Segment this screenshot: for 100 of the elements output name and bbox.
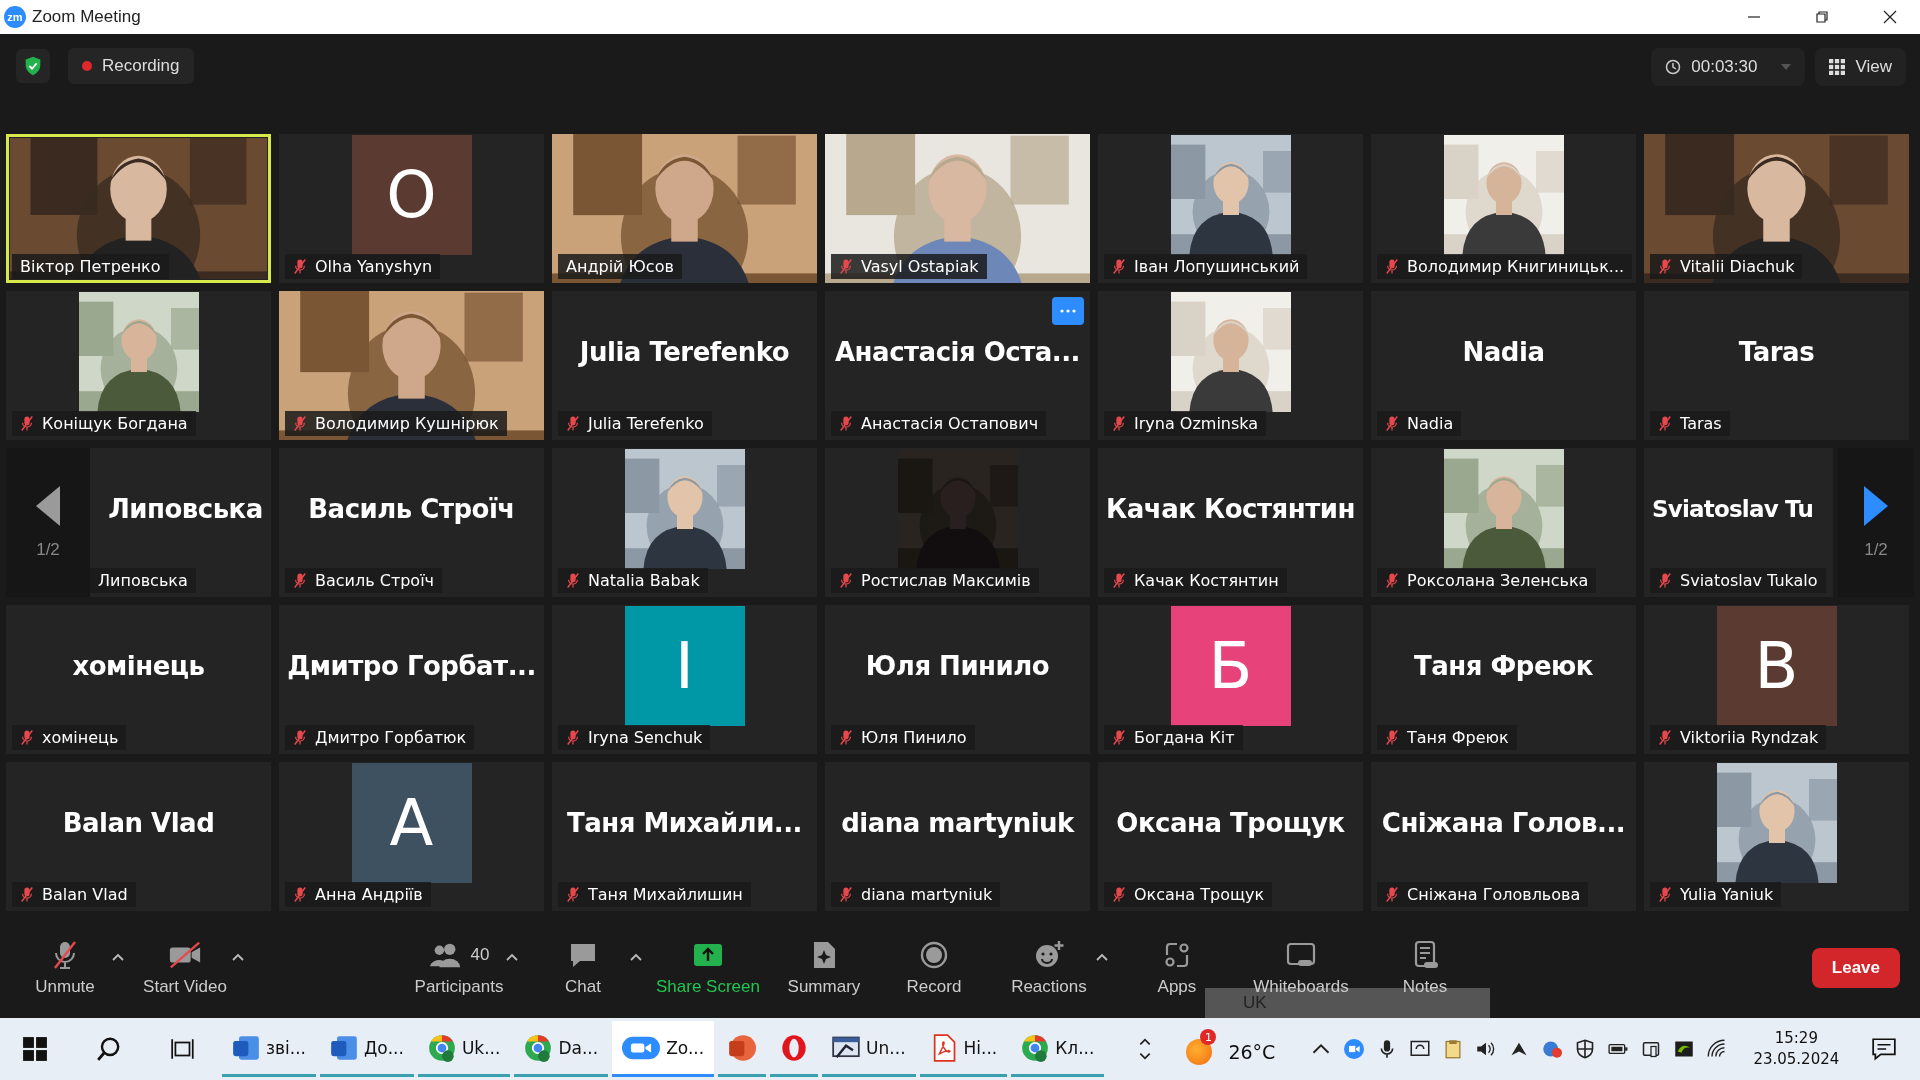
reactions-button[interactable]: Reactions	[993, 933, 1104, 1003]
participant-tile[interactable]: Таня Михайли... Таня Михайлишин	[552, 762, 817, 911]
video-app-tray-icon[interactable]	[1344, 1039, 1365, 1059]
participant-tile[interactable]: Липовська Липовська	[90, 448, 271, 597]
participant-tile[interactable]: Таня Фреюк Таня Фреюк	[1371, 605, 1636, 754]
participant-tile[interactable]: Taras Taras	[1644, 291, 1909, 440]
close-icon[interactable]	[1882, 9, 1898, 25]
system-clock[interactable]: 15:29 23.05.2024	[1753, 1028, 1840, 1070]
participant-tile[interactable]: Іван Лопушинський	[1098, 134, 1363, 283]
participant-tile[interactable]: O Olha Yanyshyn	[279, 134, 544, 283]
toolbar-label: Participants	[414, 977, 504, 997]
chrome-taskbar-button[interactable]: Кл...	[1011, 1021, 1105, 1077]
participant-tile[interactable]: Дмитро Горбат... Дмитро Горбатюк	[279, 605, 544, 754]
participant-tile[interactable]: Віктор Петренко	[6, 134, 271, 283]
participant-tile[interactable]: diana martyniuk diana martyniuk	[825, 762, 1090, 911]
participant-name: Iryna Senchuk	[588, 728, 703, 747]
toolbar-label: Record	[906, 977, 962, 997]
participant-tile[interactable]: Balan Vlad Balan Vlad	[6, 762, 271, 911]
participant-tile[interactable]: Анастасія Оста... Анастасія Остапович	[825, 291, 1090, 440]
next-page-button[interactable]: 1/2	[1838, 448, 1914, 597]
phone-link-icon[interactable]	[1641, 1039, 1662, 1059]
caret-icon[interactable]	[232, 953, 244, 961]
participant-tile[interactable]: Роксолана Зеленська	[1371, 448, 1636, 597]
participant-tile[interactable]: Володимир Кушнірюк	[279, 291, 544, 440]
previous-page-button[interactable]: 1/2	[6, 448, 90, 597]
summary-button[interactable]: Summary	[773, 933, 874, 1003]
participant-tile[interactable]: Vitalii Diachuk	[1644, 134, 1909, 283]
graphics-app-icon[interactable]	[1674, 1039, 1695, 1059]
participants-button[interactable]: 40 Participants	[404, 933, 514, 1003]
wifi-icon[interactable]	[1707, 1039, 1728, 1059]
caret-icon[interactable]	[506, 953, 518, 961]
left-arrow-icon	[36, 485, 60, 526]
chrome-taskbar-button[interactable]: Uk...	[417, 1021, 511, 1077]
participant-tile[interactable]: Yulia Yaniuk	[1644, 762, 1909, 911]
participant-tile[interactable]: A Анна Андріїв	[279, 762, 544, 911]
record-button[interactable]: Record	[883, 933, 984, 1003]
participant-tile[interactable]: Юля Пинило Юля Пинило	[825, 605, 1090, 754]
participant-tile[interactable]: Vasyl Ostapiak	[825, 134, 1090, 283]
participant-tile[interactable]: Оксана Трощук Оксана Трощук	[1098, 762, 1363, 911]
word-taskbar-button[interactable]: зві...	[222, 1021, 316, 1077]
participant-name: Андрій Юсов	[566, 257, 674, 276]
shield-icon[interactable]	[16, 49, 50, 83]
chrome-taskbar-button[interactable]: Da...	[514, 1021, 609, 1077]
participant-tile[interactable]: хомінець хомінець	[6, 605, 271, 754]
participant-name: Natalia Babak	[588, 571, 700, 590]
participant-tile[interactable]: Julia Terefenko Julia Terefenko	[552, 291, 817, 440]
notes-button[interactable]: Notes	[1369, 933, 1480, 1003]
clipboard-icon[interactable]	[1443, 1039, 1464, 1059]
shield-tray-icon[interactable]	[1575, 1039, 1596, 1059]
participant-tile[interactable]: B Viktoriia Ryndzak	[1644, 605, 1909, 754]
unmute-button[interactable]: Unmute	[10, 933, 120, 1003]
caret-icon[interactable]	[1095, 953, 1108, 961]
participant-name: Юля Пинило	[865, 650, 1050, 681]
participant-name: Taras	[1738, 336, 1815, 367]
video-button[interactable]: Start Video	[130, 933, 240, 1003]
sync-icon[interactable]	[1410, 1039, 1431, 1059]
participant-tile[interactable]: Коніщук Богдана	[6, 291, 271, 440]
chat-button[interactable]: Chat	[528, 933, 638, 1003]
apps-button[interactable]: Apps	[1121, 933, 1232, 1003]
participant-tile[interactable]: Сніжана Голов... Сніжана Головльова	[1371, 762, 1636, 911]
participant-tile[interactable]: Володимир Книгиницьк...	[1371, 134, 1636, 283]
participant-tile[interactable]: I Iryna Senchuk	[552, 605, 817, 754]
participant-tile[interactable]: Sviatoslav Tu Sviatoslav Tukalo	[1644, 448, 1833, 597]
participant-name: Роксолана Зеленська	[1407, 571, 1589, 590]
clock-icon	[1665, 59, 1682, 75]
participant-name: Sviatoslav Tukalo	[1680, 571, 1818, 590]
participant-name: Дмитро Горбат...	[287, 650, 536, 681]
zoom-taskbar-button[interactable]: Zo...	[612, 1021, 715, 1077]
document-app-icon	[330, 1033, 358, 1062]
participant-tile[interactable]: Б Богдана Кіт	[1098, 605, 1363, 754]
participant-name: Таня Фреюк	[1407, 728, 1509, 747]
participant-tile[interactable]: Андрій Юсов	[552, 134, 817, 283]
pdf-taskbar-button[interactable]: Hi...	[919, 1021, 1008, 1077]
participant-name: Липовська	[108, 493, 263, 524]
share-button[interactable]: Share Screen	[652, 933, 764, 1003]
clock-date: 23.05.2024	[1753, 1049, 1840, 1070]
recording-dot-icon	[82, 61, 92, 71]
window-taskbar-button[interactable]: Un...	[822, 1021, 916, 1077]
caret-icon[interactable]	[112, 953, 124, 961]
recording-indicator[interactable]: Recording	[68, 48, 194, 84]
speaker-icon[interactable]	[1476, 1039, 1497, 1059]
participant-name: Качак Костянтин	[1134, 571, 1279, 590]
participant-tile[interactable]: Iryna Ozminska	[1098, 291, 1363, 440]
restore-icon[interactable]	[1814, 9, 1830, 25]
participant-tile[interactable]: Natalia Babak	[552, 448, 817, 597]
circle-app-icon[interactable]	[1542, 1039, 1563, 1059]
leave-button[interactable]: Leave	[1811, 948, 1900, 988]
grid-icon	[1829, 59, 1846, 75]
participant-tile[interactable]: Nadia Nadia	[1371, 291, 1636, 440]
weather-widget[interactable]: 1 26°C	[1186, 1027, 1280, 1071]
caret-icon[interactable]	[630, 953, 642, 961]
participant-name: Володимир Кушнірюк	[315, 414, 499, 433]
view-button[interactable]: View	[1815, 48, 1906, 86]
participant-count: 40	[470, 945, 490, 965]
participant-tile[interactable]: Василь Строїч Василь Строїч	[279, 448, 544, 597]
timer-button[interactable]: 00:03:30	[1651, 48, 1806, 86]
participant-tile[interactable]: Ростислав Максимів	[825, 448, 1090, 597]
word-taskbar-button[interactable]: До...	[320, 1021, 414, 1077]
page-indicator: 1/2	[1864, 539, 1888, 560]
participant-tile[interactable]: Качак Костянтин Качак Костянтин	[1098, 448, 1363, 597]
